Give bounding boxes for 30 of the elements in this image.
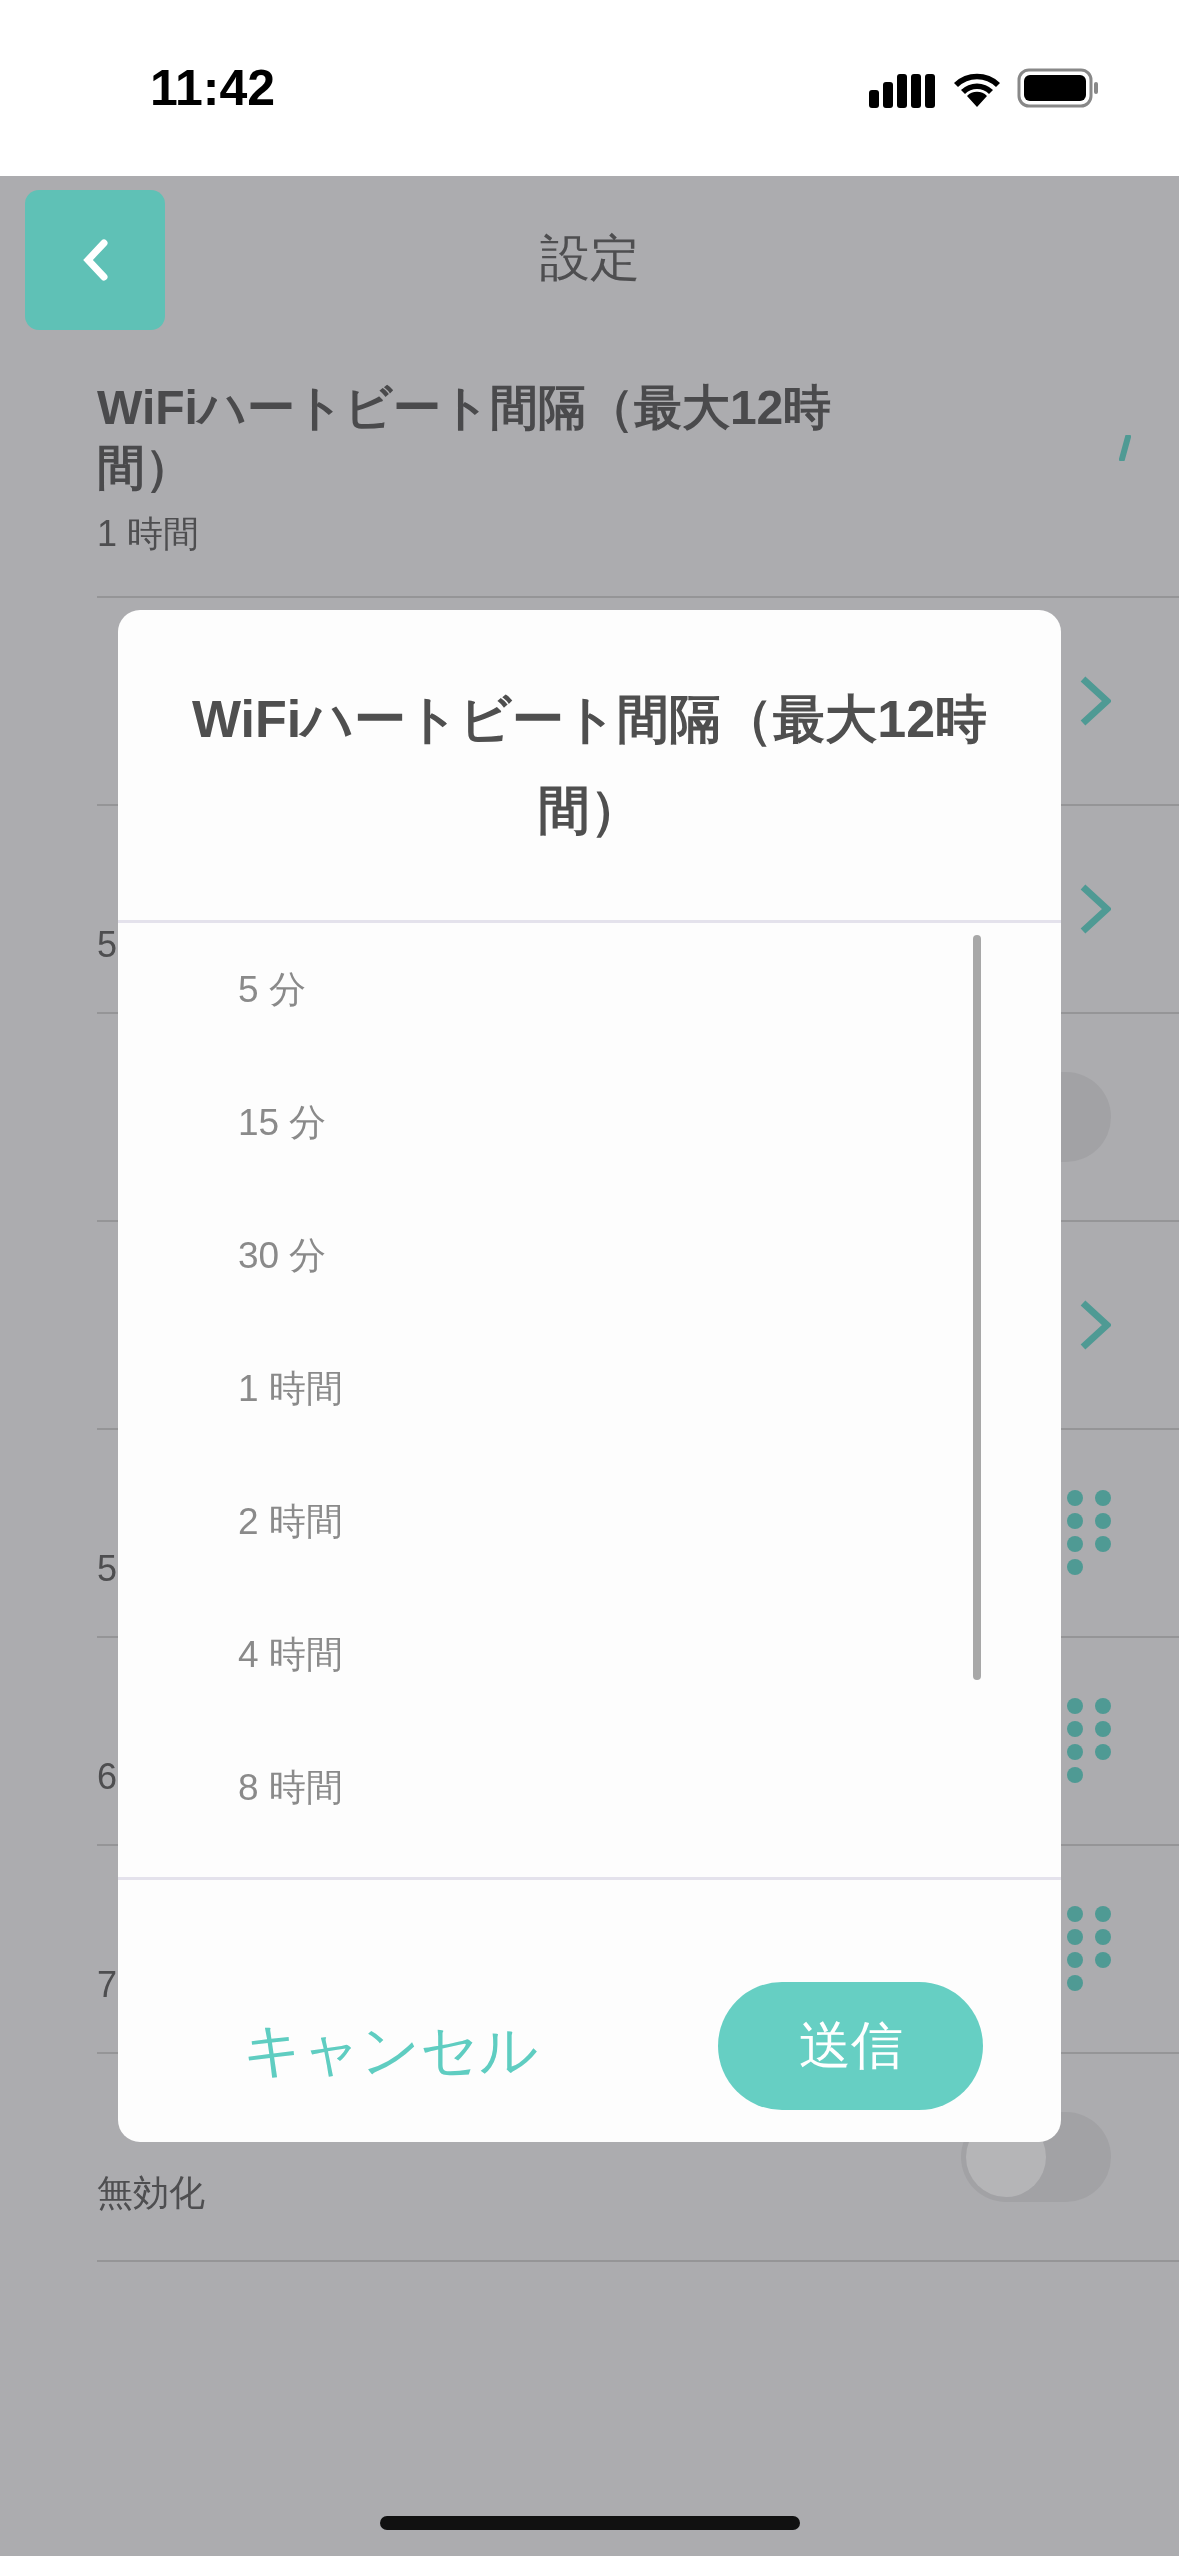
chevron-icon	[1079, 1299, 1111, 1351]
option-item[interactable]: 1 時間	[118, 1322, 1061, 1455]
dialog-title: WiFiハートビート間隔（最大12時間）	[118, 610, 1061, 923]
option-item[interactable]: 30 分	[118, 1189, 1061, 1322]
scrollbar[interactable]	[973, 935, 981, 1680]
option-item[interactable]: 5 分	[118, 923, 1061, 1056]
cancel-button[interactable]: キャンセル	[243, 2012, 538, 2090]
option-item[interactable]: 2 時間	[118, 1455, 1061, 1588]
back-icon	[82, 239, 108, 281]
setting-value: 無効化	[97, 2170, 205, 2215]
setting-title: WiFiハートビート間隔（最大12時間）	[97, 379, 833, 496]
spinner-icon	[1119, 435, 1131, 461]
setting-value: 5	[97, 924, 118, 966]
option-item[interactable]: 4 時間	[118, 1588, 1061, 1721]
back-button[interactable]	[25, 190, 165, 330]
setting-value: 6	[97, 1756, 118, 1798]
option-item[interactable]: 15 分	[118, 1056, 1061, 1189]
dots-icon[interactable]	[1067, 1490, 1111, 1576]
dots-icon[interactable]	[1067, 1906, 1111, 1992]
chevron-icon	[1079, 675, 1111, 727]
submit-button[interactable]: 送信	[718, 1982, 983, 2110]
status-time: 11:42	[150, 59, 276, 117]
battery-icon	[1017, 68, 1099, 108]
setting-value: 1 時間	[97, 511, 201, 556]
dots-icon[interactable]	[1067, 1698, 1111, 1784]
chevron-icon	[1079, 883, 1111, 935]
option-item[interactable]: 8 時間	[118, 1721, 1061, 1854]
page-title: 設定	[539, 228, 640, 288]
setting-value: 7	[97, 1964, 118, 2006]
setting-value: 5	[97, 1548, 118, 1590]
